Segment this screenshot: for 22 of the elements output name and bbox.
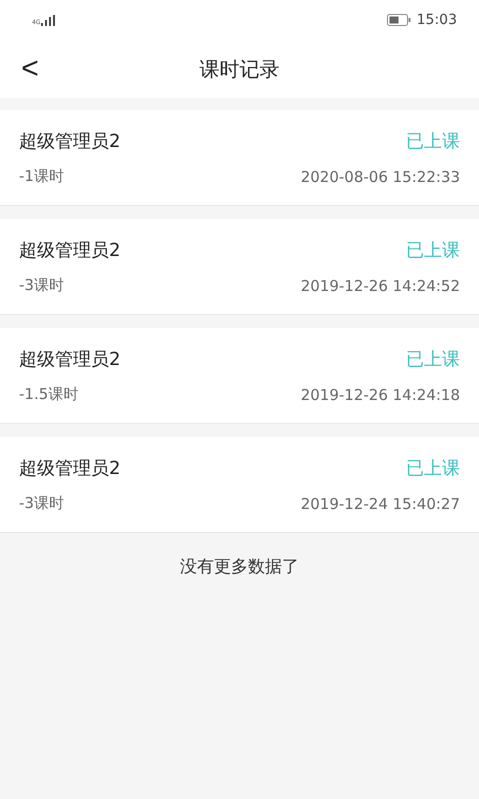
record-hours: -1课时: [19, 167, 64, 186]
record-name: 超级管理员2: [19, 130, 120, 153]
battery-icon: [386, 14, 411, 26]
record-name: 超级管理员2: [19, 239, 120, 262]
record-hours: -1.5课时: [19, 385, 78, 404]
record-status: 已上课: [406, 239, 460, 262]
page-title: 课时记录: [200, 56, 280, 82]
record-status: 已上课: [406, 130, 460, 153]
back-button[interactable]: <: [14, 52, 46, 86]
record-name: 超级管理员2: [19, 457, 120, 480]
record-hours: -3课时: [19, 276, 64, 295]
record-hours: -3课时: [19, 494, 64, 513]
record-time: 2019-12-26 14:24:52: [300, 276, 460, 294]
record-status: 已上课: [406, 457, 460, 480]
record-time: 2019-12-26 14:24:18: [300, 386, 460, 404]
clock-time: 15:03: [416, 12, 457, 28]
signal-icon: [41, 14, 56, 26]
record-time: 2020-08-06 15:22:33: [300, 168, 460, 186]
record-name: 超级管理员2: [19, 348, 120, 371]
no-more-data-text: 没有更多数据了: [180, 557, 299, 577]
record-time: 2019-12-24 15:40:27: [300, 494, 460, 512]
record-status: 已上课: [406, 348, 460, 371]
